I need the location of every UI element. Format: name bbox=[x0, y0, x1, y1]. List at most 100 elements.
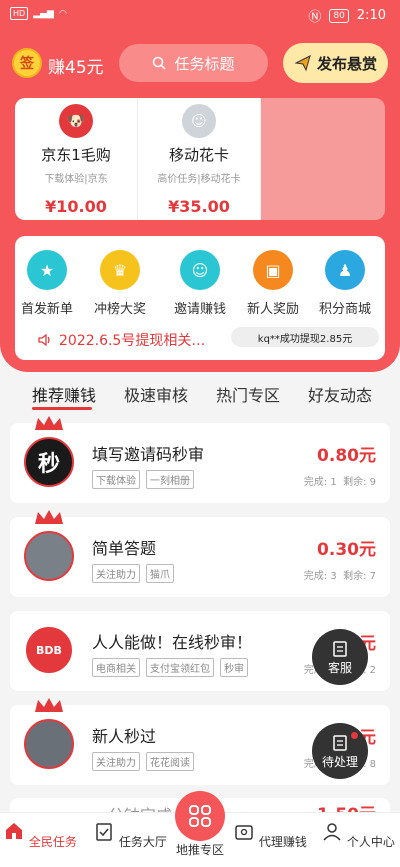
task-tag: 一刻相册 bbox=[146, 470, 194, 489]
notification-dot bbox=[351, 732, 358, 739]
publish-reward-button[interactable]: 发布悬赏 bbox=[283, 43, 388, 83]
clipboard-icon bbox=[333, 640, 347, 657]
featured-empty-slot bbox=[261, 98, 385, 220]
shortcut-label: 新人奖励 bbox=[246, 302, 299, 317]
tab-recommend[interactable]: 推荐赚钱 bbox=[32, 382, 96, 406]
nav-ground-push[interactable]: 地推专区 bbox=[160, 841, 240, 858]
shortcut-newbie[interactable]: ▣ 新人奖励 bbox=[241, 250, 305, 317]
grid-icon bbox=[189, 805, 211, 827]
task-tag: 电商相关 bbox=[92, 658, 140, 677]
task-tag: 秒审 bbox=[220, 658, 248, 677]
wifi-icon: ◠ bbox=[58, 8, 67, 19]
task-stats: 完成: 3 剩余: 7 bbox=[303, 571, 376, 582]
featured-card-huaka[interactable]: ☺ 移动花卡 高价任务|移动花卡 ¥35.00 bbox=[138, 98, 261, 220]
task-avatar: 秒 bbox=[24, 437, 74, 487]
customer-service-button[interactable]: 客服 bbox=[312, 629, 368, 685]
status-bar: HD ▂▄▆ ◠ Ⓝ 80 2:10 bbox=[0, 0, 400, 30]
task-avatar bbox=[24, 531, 74, 581]
task-tag: 关注助力 bbox=[92, 752, 140, 771]
tab-hot[interactable]: 热门专区 bbox=[216, 382, 280, 406]
trophy-icon: ♛ bbox=[100, 250, 140, 290]
nav-label: 个人中心 bbox=[346, 835, 395, 849]
task-title: 人人能做！在线秒审！ bbox=[92, 633, 253, 652]
sign-in-coin-icon[interactable]: 签 bbox=[12, 48, 42, 78]
active-tab-indicator bbox=[32, 407, 92, 410]
task-card[interactable]: 秒 填写邀请码秒审 下载体验 一刻相册 0.80元 完成: 1 剩余: 9 bbox=[10, 416, 390, 503]
tab-friends[interactable]: 好友动态 bbox=[308, 382, 372, 406]
shortcut-label: 邀请赚钱 bbox=[173, 302, 226, 317]
notice-bar[interactable]: 2022.6.5号提现相关… bbox=[37, 330, 205, 350]
task-stats: 完成: 1 剩余: 9 bbox=[303, 477, 376, 488]
task-tag: 支付宝领红包 bbox=[146, 658, 214, 677]
nfc-icon: Ⓝ bbox=[308, 10, 322, 25]
featured-tasks: 🐶 京东1毛购 下载体验|京东 ¥10.00 ☺ 移动花卡 高价任务|移动花卡 … bbox=[15, 98, 385, 220]
clock: 2:10 bbox=[356, 8, 386, 23]
pending-button[interactable]: 待处理 bbox=[312, 723, 368, 779]
search-placeholder: 任务标题 bbox=[174, 54, 235, 73]
featured-subtitle: 高价任务|移动花卡 bbox=[157, 174, 241, 185]
clipboard-icon bbox=[333, 734, 347, 751]
withdraw-ticker: kq**成功提现2.85元 bbox=[231, 327, 379, 347]
paper-plane-icon bbox=[294, 55, 311, 72]
nav-label: 代理赚钱 bbox=[258, 835, 307, 849]
nav-agent-earn[interactable]: 代理赚钱 bbox=[230, 820, 310, 850]
nav-label: 地推专区 bbox=[175, 843, 224, 857]
ground-push-center-button[interactable] bbox=[175, 791, 225, 841]
hd-indicator: HD bbox=[10, 7, 29, 20]
signal-icon: ▂▄▆ bbox=[33, 8, 54, 19]
featured-card-jd[interactable]: 🐶 京东1毛购 下载体验|京东 ¥10.00 bbox=[15, 98, 138, 220]
shortcut-label: 冲榜大奖 bbox=[93, 302, 146, 317]
battery-indicator: 80 bbox=[329, 8, 349, 23]
task-price: 0.30元 bbox=[317, 540, 376, 560]
task-tag: 花花阅读 bbox=[146, 752, 194, 771]
task-price: 0.80元 bbox=[317, 446, 376, 466]
person-icon bbox=[323, 823, 341, 841]
featured-subtitle: 下载体验|京东 bbox=[44, 174, 108, 185]
nav-all-tasks[interactable]: 全民任务 bbox=[0, 820, 80, 850]
crown-icon bbox=[35, 416, 63, 430]
featured-title: 京东1毛购 bbox=[41, 146, 111, 164]
task-title: 新人秒过 bbox=[92, 727, 157, 746]
featured-price: ¥35.00 bbox=[168, 197, 230, 216]
shortcut-label: 首发新单 bbox=[20, 302, 73, 317]
nav-task-hall[interactable]: 任务大厅 bbox=[90, 820, 170, 850]
gift-box-icon: ▣ bbox=[253, 250, 293, 290]
task-title: 填写邀请码秒审 bbox=[92, 445, 205, 464]
jd-icon: 🐶 bbox=[59, 104, 93, 138]
task-tabs: 推荐赚钱 极速审核 热门专区 好友动态 bbox=[0, 382, 400, 410]
featured-price: ¥10.00 bbox=[45, 197, 107, 216]
task-tag: 猫爪 bbox=[146, 564, 174, 583]
home-icon bbox=[6, 823, 23, 839]
earn-amount[interactable]: 赚45元 bbox=[48, 53, 104, 78]
task-avatar bbox=[24, 719, 74, 769]
publish-label: 发布悬赏 bbox=[316, 54, 377, 73]
mall-icon: ♟ bbox=[325, 250, 365, 290]
shortcut-mall[interactable]: ♟ 积分商城 bbox=[313, 250, 377, 317]
crown-icon bbox=[35, 698, 63, 712]
speaker-icon bbox=[38, 333, 50, 347]
pending-label: 待处理 bbox=[321, 754, 358, 769]
user-photo-icon: ☺ bbox=[182, 104, 216, 138]
search-icon bbox=[153, 56, 167, 70]
star-icon: ★ bbox=[27, 250, 67, 290]
shortcut-label: 积分商城 bbox=[318, 302, 371, 317]
shortcut-ranking[interactable]: ♛ 冲榜大奖 bbox=[88, 250, 152, 317]
nav-label: 全民任务 bbox=[28, 835, 77, 849]
service-label: 客服 bbox=[327, 660, 352, 675]
shortcut-invite[interactable]: ☺ 邀请赚钱 bbox=[168, 250, 232, 317]
task-title: 简单答题 bbox=[92, 539, 157, 558]
shortcut-first-order[interactable]: ★ 首发新单 bbox=[15, 250, 79, 317]
task-tag: 关注助力 bbox=[92, 564, 140, 583]
nav-profile[interactable]: 个人中心 bbox=[318, 820, 398, 850]
featured-title: 移动花卡 bbox=[168, 146, 229, 164]
crown-icon bbox=[35, 510, 63, 524]
task-card[interactable]: 简单答题 关注助力 猫爪 0.30元 完成: 3 剩余: 7 bbox=[10, 510, 390, 597]
people-icon: ☺ bbox=[180, 250, 220, 290]
task-tag: 下载体验 bbox=[92, 470, 140, 489]
task-avatar: BDB bbox=[24, 625, 74, 675]
notice-text: 2022.6.5号提现相关… bbox=[59, 333, 206, 349]
clipboard-check-icon bbox=[96, 823, 112, 841]
tab-fast-review[interactable]: 极速审核 bbox=[124, 382, 188, 406]
search-bar[interactable]: 任务标题 bbox=[119, 44, 268, 82]
wallet-icon bbox=[235, 825, 253, 840]
